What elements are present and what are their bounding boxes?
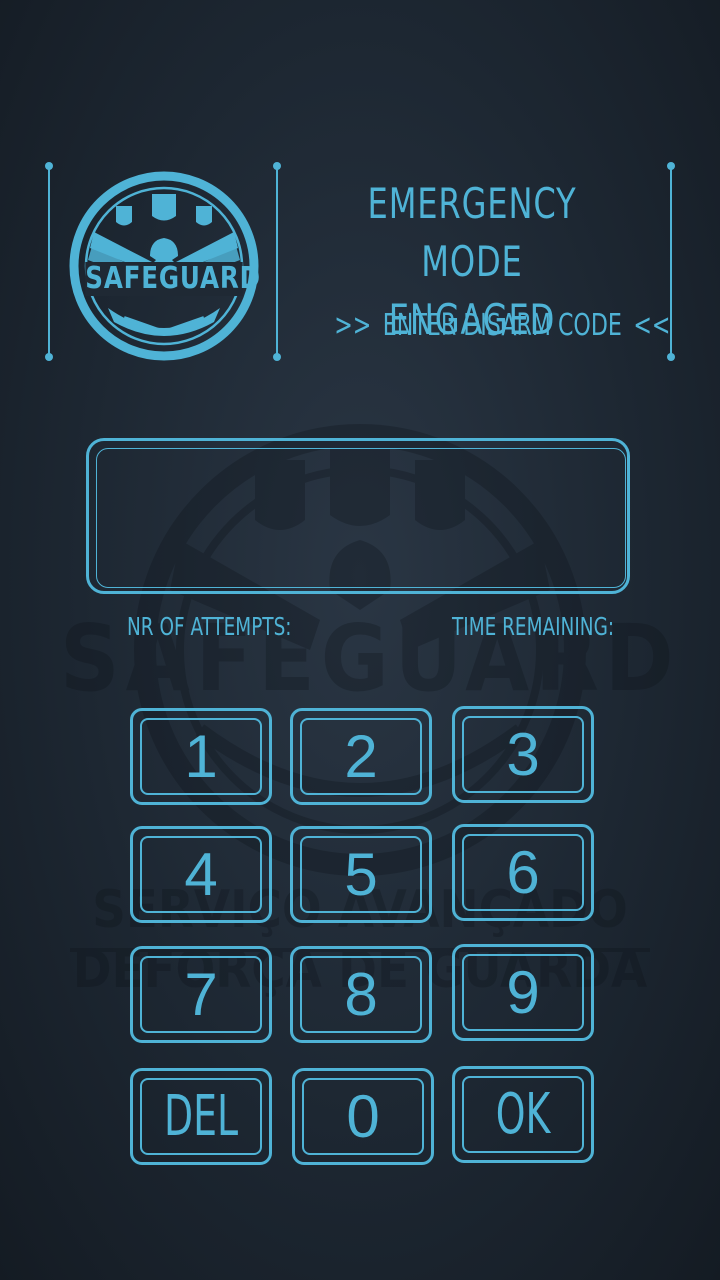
frame-dot [667, 162, 675, 170]
key-label: OK [495, 1082, 551, 1147]
key-4[interactable]: 4 [130, 826, 272, 923]
key-6[interactable]: 6 [452, 824, 594, 921]
key-label: 8 [344, 961, 378, 1028]
key-label: 0 [346, 1083, 380, 1150]
key-label: 7 [184, 961, 218, 1028]
key-9[interactable]: 9 [452, 944, 594, 1041]
disarm-prompt: >> ENTER DISARM CODE << [323, 308, 670, 343]
frame-dot [45, 162, 53, 170]
key-8[interactable]: 8 [290, 946, 432, 1043]
key-5[interactable]: 5 [290, 826, 432, 923]
time-remaining-label: TIME REMAINING: [452, 612, 615, 641]
key-2[interactable]: 2 [290, 708, 432, 805]
prompt-right-arrows: << [633, 308, 671, 343]
frame-dot [667, 353, 675, 361]
title-line1: EMERGENCY MODE [367, 179, 577, 286]
attempts-label: NR OF ATTEMPTS: [127, 612, 292, 641]
frame-dot [273, 353, 281, 361]
safeguard-logo: SAFEGUARD [68, 170, 260, 362]
prompt-text: ENTER DISARM CODE [382, 308, 622, 343]
ok-button[interactable]: OK [452, 1066, 594, 1163]
frame-dot [45, 353, 53, 361]
key-label: 9 [506, 959, 540, 1026]
header-frame-divider [276, 166, 278, 356]
key-label: 1 [184, 723, 218, 790]
key-7[interactable]: 7 [130, 946, 272, 1043]
header-frame-left [48, 166, 50, 356]
prompt-left-arrows: >> [334, 308, 372, 343]
key-3[interactable]: 3 [452, 706, 594, 803]
frame-dot [273, 162, 281, 170]
logo-text: SAFEGUARD [85, 261, 261, 296]
key-0[interactable]: 0 [292, 1068, 434, 1165]
key-label: 2 [344, 723, 378, 790]
key-1[interactable]: 1 [130, 708, 272, 805]
key-label: 5 [344, 841, 378, 908]
key-label: 6 [506, 839, 540, 906]
key-label: 3 [506, 721, 540, 788]
key-label: DEL [163, 1084, 239, 1149]
key-label: 4 [184, 841, 218, 908]
code-display [96, 448, 626, 588]
delete-button[interactable]: DEL [130, 1068, 272, 1165]
